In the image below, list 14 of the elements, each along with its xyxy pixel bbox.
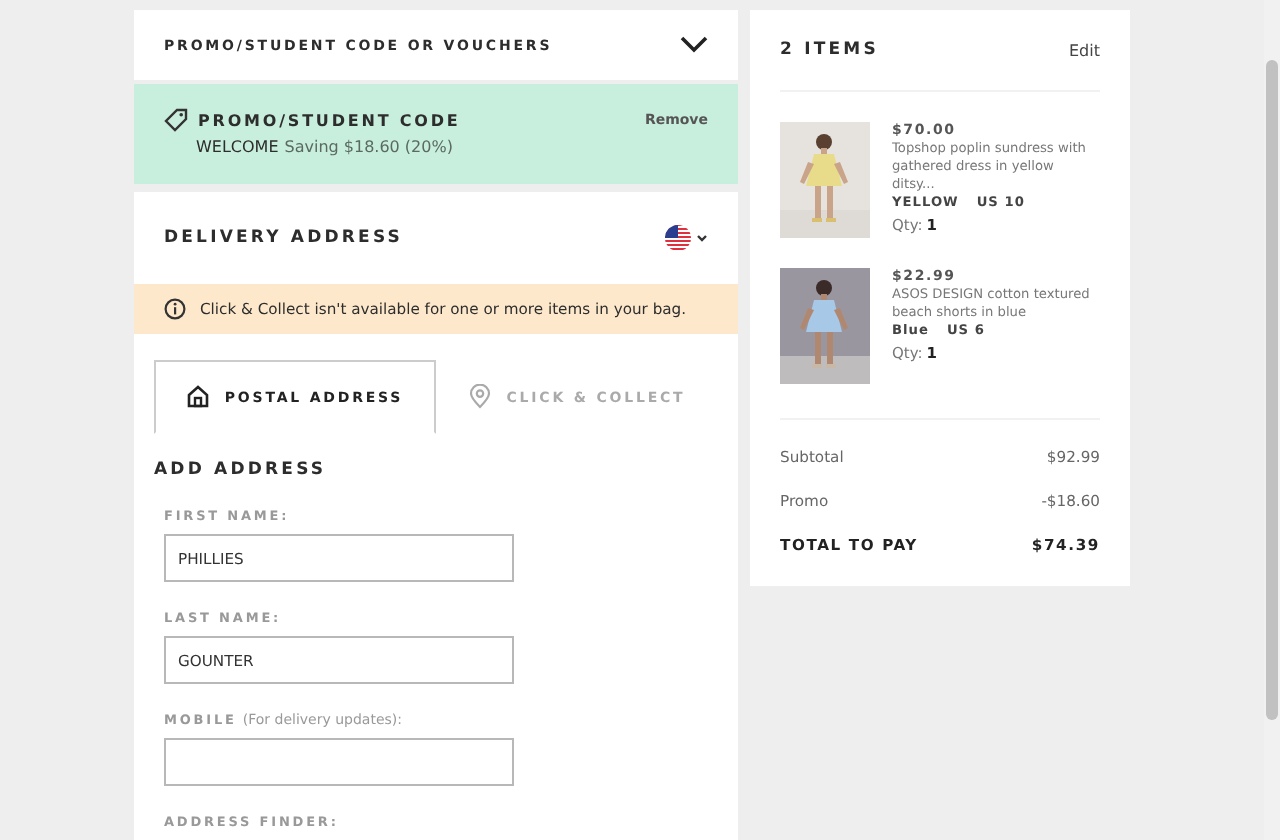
country-selector[interactable] [664,224,708,252]
promo-code: WELCOME [196,138,279,156]
section-title: DELIVERY ADDRESS [164,228,404,248]
input-field[interactable] [164,738,514,786]
chevron-down-icon[interactable] [680,36,708,54]
info-icon [164,298,186,320]
form-title: ADD ADDRESS [154,460,329,480]
saving-text: Saving $18.60 (20%) [284,138,453,156]
tag-icon [164,108,188,132]
map-pin-icon [468,384,493,410]
edit-link[interactable]: Edit [1069,41,1100,59]
bag-title: 2 ITEMS [780,40,879,60]
house-icon [186,384,211,410]
promo-title: PROMO/STUDENT CODE [198,111,463,129]
